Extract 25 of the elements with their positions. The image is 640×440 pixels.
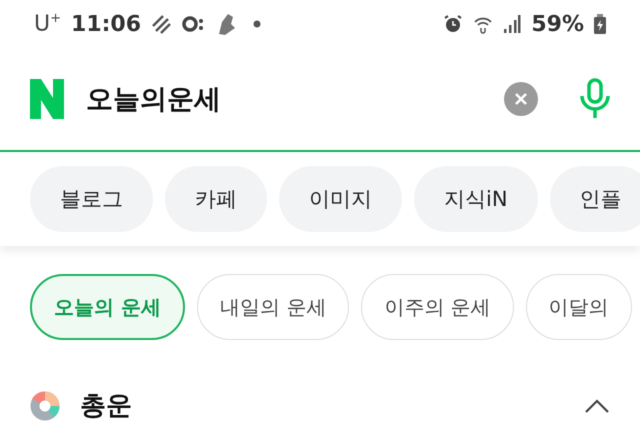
chevron-icon[interactable] (584, 398, 610, 414)
carrier-label: U$^{+}$ (34, 11, 62, 37)
fortune-tab[interactable]: 이달의 (526, 274, 632, 340)
category-tab[interactable]: 이미지 (279, 166, 402, 232)
dot-icon (253, 20, 262, 28)
category-tab[interactable]: 카페 (165, 166, 267, 232)
search-field[interactable]: 오늘의운세 (86, 81, 482, 117)
alarm-icon (443, 14, 464, 34)
category-tab[interactable]: 인플 (550, 166, 640, 232)
clear-button[interactable] (504, 82, 538, 116)
battery-icon (594, 14, 606, 34)
close-icon (514, 92, 528, 106)
signal-icon (503, 14, 522, 34)
stripes-icon (151, 14, 172, 34)
category-tab[interactable]: 블로그 (30, 166, 153, 232)
microphone-icon[interactable] (580, 78, 610, 120)
fortune-tab[interactable]: 내일의 운세 (196, 274, 350, 340)
ring-dots-icon (181, 14, 206, 34)
battery-percent: 59% (531, 12, 584, 36)
donut-icon (30, 390, 60, 420)
clock-time: 11:06 (71, 12, 142, 36)
category-tab[interactable]: 지식iN (414, 166, 538, 232)
section-title: 총운 (80, 390, 133, 423)
fortune-tab[interactable]: 이주의 운세 (361, 274, 514, 340)
logo-icon[interactable] (30, 79, 64, 119)
